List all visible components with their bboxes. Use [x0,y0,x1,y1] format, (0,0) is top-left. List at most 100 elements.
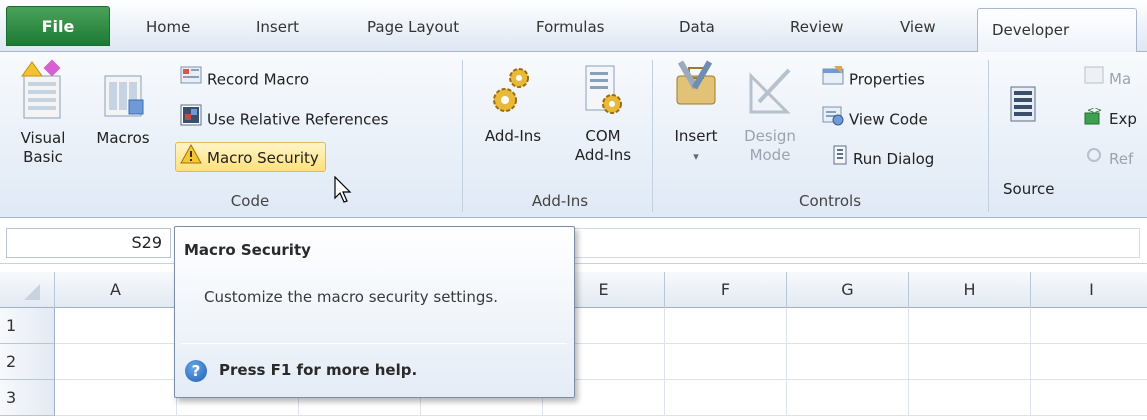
tab-data[interactable]: Data [679,12,715,42]
grid-cell[interactable] [909,380,1031,416]
tab-view[interactable]: View [900,12,936,42]
map-properties-button[interactable]: Ma [1084,64,1131,94]
add-ins-group-label: Add-Ins [531,192,589,210]
name-box[interactable]: S29 [6,228,171,258]
refresh-label: Ref [1109,150,1134,168]
refresh-data-button[interactable]: Ref [1084,144,1133,174]
visual-basic-button[interactable]: Visual Basic [10,56,76,167]
view-code-button[interactable]: View Code [822,104,928,134]
insert-dropdown-arrow: ▾ [693,150,699,163]
group-separator [988,60,989,212]
relative-references-icon [180,104,202,136]
insert-control-label: Insert [674,127,718,145]
com-add-ins-label: COM Add-Ins [574,127,632,164]
map-properties-icon [1084,65,1104,95]
use-relative-references-label: Use Relative References [207,110,389,129]
grid-cell[interactable] [665,380,787,416]
properties-icon [822,64,844,96]
grid-cell[interactable] [1031,308,1147,344]
visual-basic-icon [10,56,76,125]
ribbon: Visual Basic Macros Record Macro Use Rel… [0,52,1147,218]
warning-icon [180,143,202,174]
design-mode-icon [734,56,806,123]
run-dialog-button[interactable]: Run Dialog [832,144,934,174]
select-all-corner[interactable] [0,272,55,308]
tooltip-description: Customize the macro security settings. [204,288,498,306]
source-label: Source [1003,180,1055,198]
tab-home[interactable]: Home [146,12,190,42]
tab-formulas[interactable]: Formulas [536,12,604,42]
source-icon [1010,86,1036,126]
code-group-label: Code [230,192,270,210]
run-dialog-icon [832,145,848,175]
macros-label: Macros [96,129,150,147]
macros-button[interactable]: Macros [78,56,168,148]
macros-icon [78,56,168,125]
add-ins-button[interactable]: Add-Ins [470,64,556,146]
expansion-packs-button[interactable]: <> Exp [1084,104,1137,134]
source-button[interactable] [998,86,1036,130]
column-header-i[interactable]: I [1031,272,1147,308]
group-separator [652,60,653,212]
svg-text:<>: <> [1087,106,1102,116]
record-macro-label: Record Macro [207,70,309,89]
grid-cell[interactable] [665,308,787,344]
tab-review[interactable]: Review [790,12,844,42]
grid-cell[interactable] [787,308,909,344]
tab-file[interactable]: File [6,6,110,46]
view-code-label: View Code [849,110,928,129]
macro-security-tooltip: Macro Security Customize the macro secur… [174,226,575,398]
row-header-2[interactable]: 2 [0,344,55,380]
mouse-pointer-icon [334,175,354,208]
insert-control-button[interactable]: Insert ▾ [660,56,732,166]
refresh-icon [1084,145,1104,175]
add-ins-label: Add-Ins [484,127,542,145]
macro-security-button[interactable]: Macro Security [175,142,326,172]
grid-cell[interactable] [55,308,177,344]
toolbox-icon [660,56,732,123]
com-add-ins-button[interactable]: COM Add-Ins [560,64,646,165]
column-header-a[interactable]: A [55,272,177,308]
group-separator [462,60,463,212]
tab-page-layout[interactable]: Page Layout [367,12,459,42]
expansion-packs-label: Exp [1109,110,1137,128]
column-header-f[interactable]: F [665,272,787,308]
tooltip-title: Macro Security [184,241,311,259]
visual-basic-label: Visual Basic [20,129,66,166]
tooltip-help: ? Press F1 for more help. [185,357,417,383]
ribbon-tab-bar: File Home Insert Page Layout Formulas Da… [0,0,1147,53]
grid-cell[interactable] [665,344,787,380]
controls-group-label: Controls [798,192,862,210]
row-header-3[interactable]: 3 [0,380,55,416]
design-mode-label: Design Mode [744,127,796,164]
column-header-h[interactable]: H [909,272,1031,308]
grid-cell[interactable] [787,344,909,380]
run-dialog-label: Run Dialog [853,150,935,168]
design-mode-button[interactable]: Design Mode [734,56,806,165]
use-relative-references-button[interactable]: Use Relative References [180,104,388,134]
com-add-ins-icon [560,64,646,123]
tab-developer[interactable]: Developer [977,8,1137,53]
tooltip-divider [181,343,567,344]
view-code-icon [822,104,844,136]
grid-cell[interactable] [787,380,909,416]
record-macro-icon [180,64,202,96]
macro-security-label: Macro Security [207,149,319,167]
properties-button[interactable]: Properties [822,64,925,94]
expansion-packs-icon: <> [1084,105,1104,135]
gears-icon [470,64,556,123]
tab-insert[interactable]: Insert [256,12,299,42]
help-icon: ? [185,359,207,382]
grid-cell[interactable] [1031,380,1147,416]
grid-cell[interactable] [909,344,1031,380]
map-properties-label: Ma [1109,70,1132,88]
row-header-1[interactable]: 1 [0,308,55,344]
grid-cell[interactable] [909,308,1031,344]
properties-label: Properties [849,70,925,89]
grid-cell[interactable] [55,380,177,416]
record-macro-button[interactable]: Record Macro [180,64,309,94]
tooltip-help-text: Press F1 for more help. [219,361,418,379]
grid-cell[interactable] [1031,344,1147,380]
grid-cell[interactable] [55,344,177,380]
column-header-g[interactable]: G [787,272,909,308]
